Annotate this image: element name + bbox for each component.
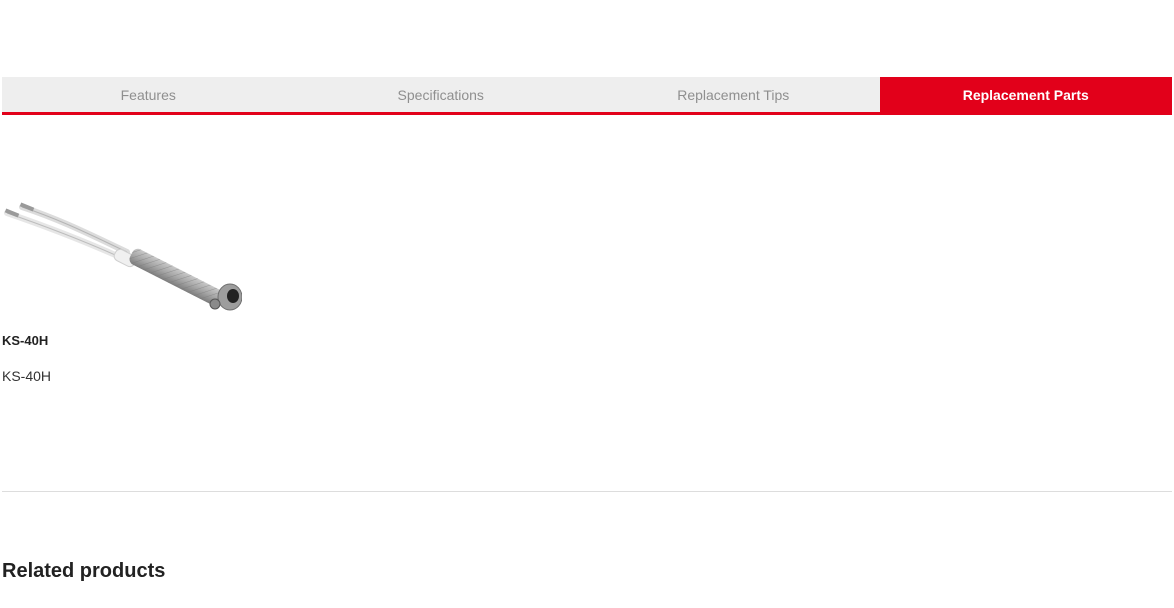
product-card[interactable]: KS-40H KS-40H: [2, 180, 242, 384]
product-sku: KS-40H: [2, 368, 52, 384]
tab-features[interactable]: Features: [2, 77, 295, 112]
tab-replacement-parts[interactable]: Replacement Parts: [879, 77, 1172, 112]
tab-replacement-tips[interactable]: Replacement Tips: [587, 77, 880, 112]
section-divider: [2, 491, 1172, 492]
page: Features Specifications Replacement Tips…: [0, 0, 1174, 608]
related-products-heading: Related products: [2, 560, 166, 582]
heating-element-image[interactable]: [2, 180, 242, 320]
tab-specifications[interactable]: Specifications: [295, 77, 588, 112]
product-tabs: Features Specifications Replacement Tips…: [2, 77, 1172, 115]
product-title[interactable]: KS-40H: [2, 333, 242, 348]
